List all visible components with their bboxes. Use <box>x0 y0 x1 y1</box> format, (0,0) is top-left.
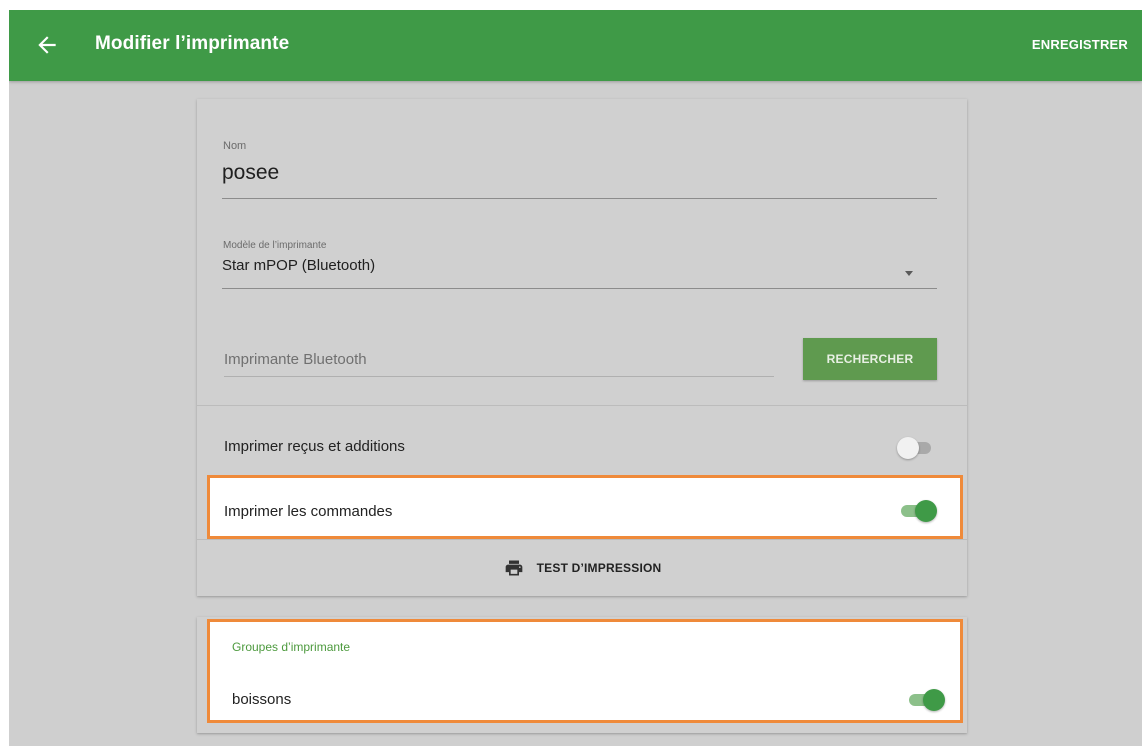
bluetooth-printer-input[interactable]: Imprimante Bluetooth <box>224 351 367 368</box>
print-receipts-toggle[interactable] <box>897 436 937 460</box>
model-field-underline <box>222 288 937 289</box>
test-print-button[interactable]: TEST D’IMPRESSION <box>197 539 967 596</box>
toggle-thumb <box>915 500 937 522</box>
print-orders-row: Imprimer les commandes <box>207 475 963 539</box>
name-field[interactable]: posee <box>222 161 279 185</box>
print-orders-toggle[interactable] <box>897 499 937 523</box>
section-divider <box>197 405 967 406</box>
printer-icon <box>505 560 522 575</box>
printer-settings-card: Nom posee Modèle de l’imprimante Star mP… <box>197 99 967 596</box>
printer-groups-card: Groupes d’imprimante boissons <box>197 617 967 733</box>
model-field-label: Modèle de l’imprimante <box>223 240 327 251</box>
name-field-label: Nom <box>223 140 247 152</box>
printer-groups-title: Groupes d’imprimante <box>232 640 351 654</box>
name-field-underline <box>222 198 937 199</box>
printer-groups-section: Groupes d’imprimante boissons <box>207 619 963 723</box>
back-arrow-icon[interactable] <box>34 32 60 58</box>
dropdown-arrow-icon[interactable] <box>905 271 913 276</box>
app-bar: Modifier l’imprimante ENREGISTRER <box>9 10 1142 81</box>
group-item-label: boissons <box>232 691 292 708</box>
toggle-thumb <box>923 689 945 711</box>
toggle-thumb <box>897 437 919 459</box>
group-item-toggle[interactable] <box>905 688 945 712</box>
model-select[interactable]: Star mPOP (Bluetooth) <box>222 257 375 274</box>
search-button[interactable]: RECHERCHER <box>803 338 937 380</box>
print-orders-label: Imprimer les commandes <box>224 503 393 520</box>
save-button[interactable]: ENREGISTRER <box>1032 37 1128 52</box>
print-receipts-label: Imprimer reçus et additions <box>224 438 405 455</box>
app-screen: Modifier l’imprimante ENREGISTRER Nom po… <box>9 10 1142 746</box>
page-title: Modifier l’imprimante <box>95 33 290 54</box>
bluetooth-field-underline <box>224 376 774 377</box>
test-print-label: TEST D’IMPRESSION <box>536 560 662 575</box>
